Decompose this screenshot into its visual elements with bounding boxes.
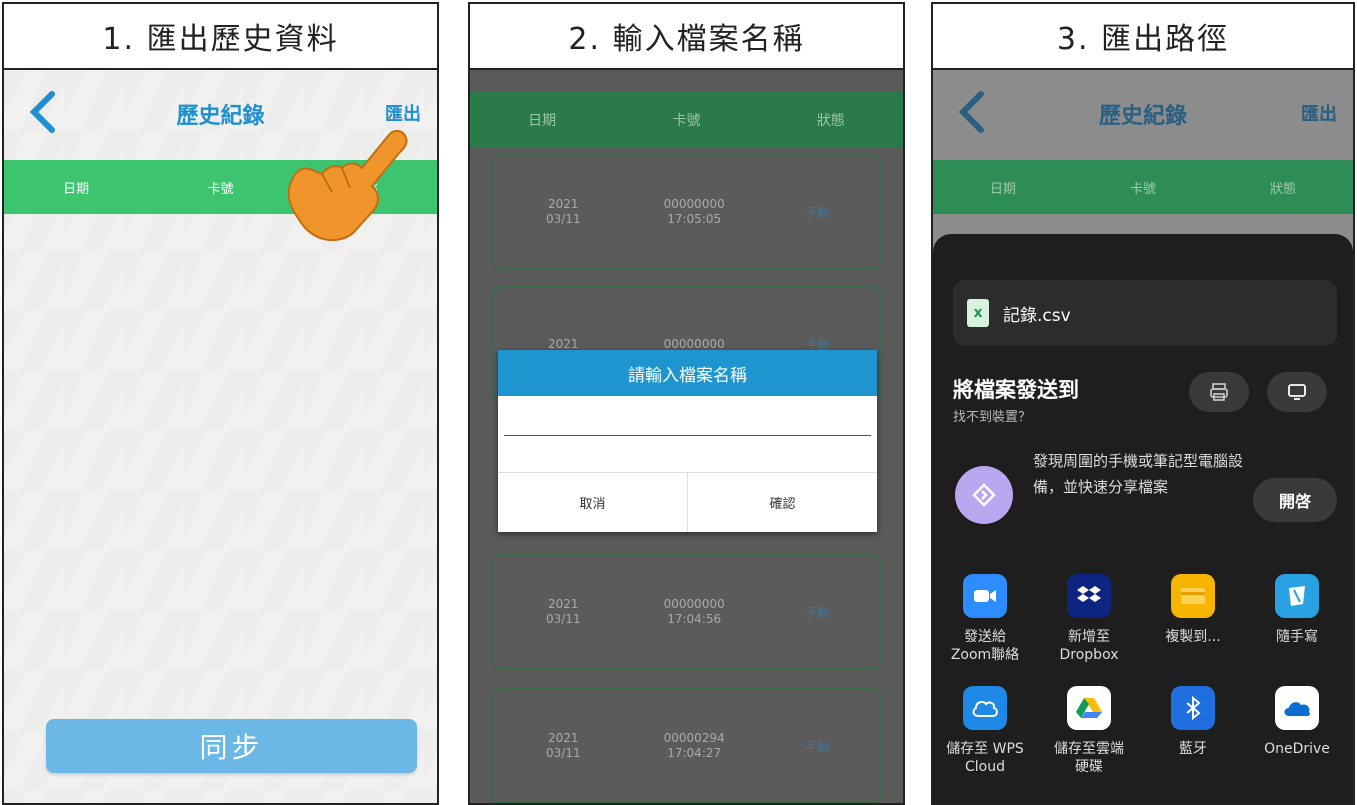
cancel-button[interactable]: 取消 [498, 473, 688, 532]
app-label: OneDrive [1264, 741, 1330, 757]
monitor-icon [1288, 384, 1306, 400]
print-button[interactable] [1189, 372, 1249, 412]
column-date: 日期 [63, 181, 90, 197]
app-label: 儲存至 WPS Cloud [946, 741, 1024, 775]
record-card[interactable]: 2021 03/11 00000000 17:04:56 手動 [492, 554, 881, 670]
column-date: 日期 [989, 181, 1016, 197]
record-date: 2021 03/11 [546, 197, 581, 226]
app-bar: 歷史紀錄 匯出 [933, 70, 1353, 160]
app-label: 隨手寫 [1276, 629, 1318, 645]
notes-icon [1275, 574, 1319, 618]
file-name: 記錄.csv [1003, 305, 1071, 326]
app-notes[interactable]: 隨手寫 [1245, 574, 1349, 646]
phone-screen: 歷史紀錄 匯出 日期 卡號 狀態 x 記錄.csv 將檔案發送到 找不到裝置？ [933, 70, 1353, 803]
dialog-title: 請輸入檔案名稱 [498, 350, 877, 396]
spreadsheet-icon: x [967, 299, 989, 327]
record-card[interactable]: 2021 03/11 00000000 17:05:05 手動 [492, 154, 881, 270]
column-date: 日期 [528, 113, 557, 129]
column-card: 卡號 [207, 181, 234, 197]
record-card-number: 00000000 17:05:05 [663, 197, 725, 226]
send-title: 將檔案發送到 [953, 378, 1079, 402]
table-header: 日期 卡號 狀態 [933, 160, 1353, 214]
folder-icon [1171, 574, 1215, 618]
filename-input[interactable] [504, 396, 871, 436]
step-2-panel: 2. 輸入檔案名稱 日期 卡號 狀態 2021 03/11 00000000 1… [468, 2, 905, 805]
no-device-link[interactable]: 找不到裝置？ [953, 406, 1031, 425]
wps-cloud-icon [963, 686, 1007, 730]
step-1-panel: 1. 匯出歷史資料 歷史紀錄 匯出 日期 卡號 狀態 同步 [2, 2, 439, 805]
record-card-number: 00000294 17:04:27 [663, 731, 725, 760]
cast-button[interactable] [1267, 372, 1327, 412]
step-3-panel: 3. 匯出路徑 歷史紀錄 匯出 日期 卡號 狀態 x 記錄.csv 將檔案發送到… [931, 2, 1355, 805]
zoom-icon [963, 574, 1007, 618]
filename-dialog: 請輸入檔案名稱 取消 確認 [498, 350, 877, 532]
record-card-number: 00000000 17:04:56 [663, 597, 725, 626]
phone-screen: 歷史紀錄 匯出 日期 卡號 狀態 同步 [4, 70, 437, 803]
printer-icon [1210, 383, 1228, 401]
dialog-buttons: 取消 確認 [498, 472, 877, 532]
app-copy-to[interactable]: 複製到... [1141, 574, 1245, 646]
record-card[interactable]: 2021 03/11 00000294 17:04:27 手動 [492, 688, 881, 803]
bluetooth-icon [1171, 686, 1215, 730]
step-3-title: 3. 匯出路徑 [933, 4, 1353, 70]
record-status: 手動 [805, 605, 830, 620]
open-button[interactable]: 開啓 [1253, 478, 1337, 522]
dropbox-icon [1067, 574, 1111, 618]
phone-screen: 日期 卡號 狀態 2021 03/11 00000000 17:05:05 手動… [470, 70, 903, 803]
app-wps-cloud[interactable]: 儲存至 WPS Cloud [933, 686, 1037, 776]
record-status: 手動 [805, 205, 830, 220]
app-onedrive[interactable]: OneDrive [1245, 686, 1349, 758]
column-status: 狀態 [816, 113, 845, 129]
column-card: 卡號 [672, 113, 701, 129]
app-bluetooth[interactable]: 藍牙 [1141, 686, 1245, 758]
app-zoom[interactable]: 發送給 Zoom聯絡 [933, 574, 1037, 664]
google-drive-icon [1067, 686, 1111, 730]
page-title: 歷史紀錄 [1098, 104, 1187, 129]
app-label: 儲存至雲端 硬碟 [1054, 741, 1124, 775]
app-label: 藍牙 [1179, 741, 1207, 757]
onedrive-icon [1275, 686, 1319, 730]
record-date: 2021 03/11 [546, 731, 581, 760]
step-2-title: 2. 輸入檔案名稱 [470, 4, 903, 70]
export-button[interactable]: 匯出 [1301, 100, 1337, 126]
nearby-share-text: 發現周圍的手機或筆記型電腦設備，並快速分享檔案 [1033, 452, 1244, 496]
pointing-hand-icon [287, 130, 408, 241]
column-status: 狀態 [1269, 181, 1296, 197]
file-row: x 記錄.csv [953, 280, 1337, 346]
app-google-drive[interactable]: 儲存至雲端 硬碟 [1037, 686, 1141, 776]
sync-button[interactable]: 同步 [46, 719, 417, 773]
app-label: 複製到... [1165, 629, 1221, 645]
confirm-button[interactable]: 確認 [688, 473, 877, 532]
nearby-share-row: 發現周圍的手機或筆記型電腦設備，並快速分享檔案 開啓 [955, 448, 1337, 538]
app-dropbox[interactable]: 新增至 Dropbox [1037, 574, 1141, 664]
record-status: 手動 [805, 739, 830, 754]
share-sheet: x 記錄.csv 將檔案發送到 找不到裝置？ 發現周圍的手機或筆記型電腦設備，並… [933, 234, 1353, 803]
app-label: 發送給 Zoom聯絡 [950, 629, 1020, 663]
app-label: 新增至 Dropbox [1059, 629, 1119, 663]
table-header: 日期 卡號 狀態 [470, 92, 903, 148]
nearby-share-icon [955, 466, 1013, 524]
record-date: 2021 03/11 [546, 597, 581, 626]
column-card: 卡號 [1129, 181, 1156, 197]
step-1-title: 1. 匯出歷史資料 [4, 4, 437, 70]
